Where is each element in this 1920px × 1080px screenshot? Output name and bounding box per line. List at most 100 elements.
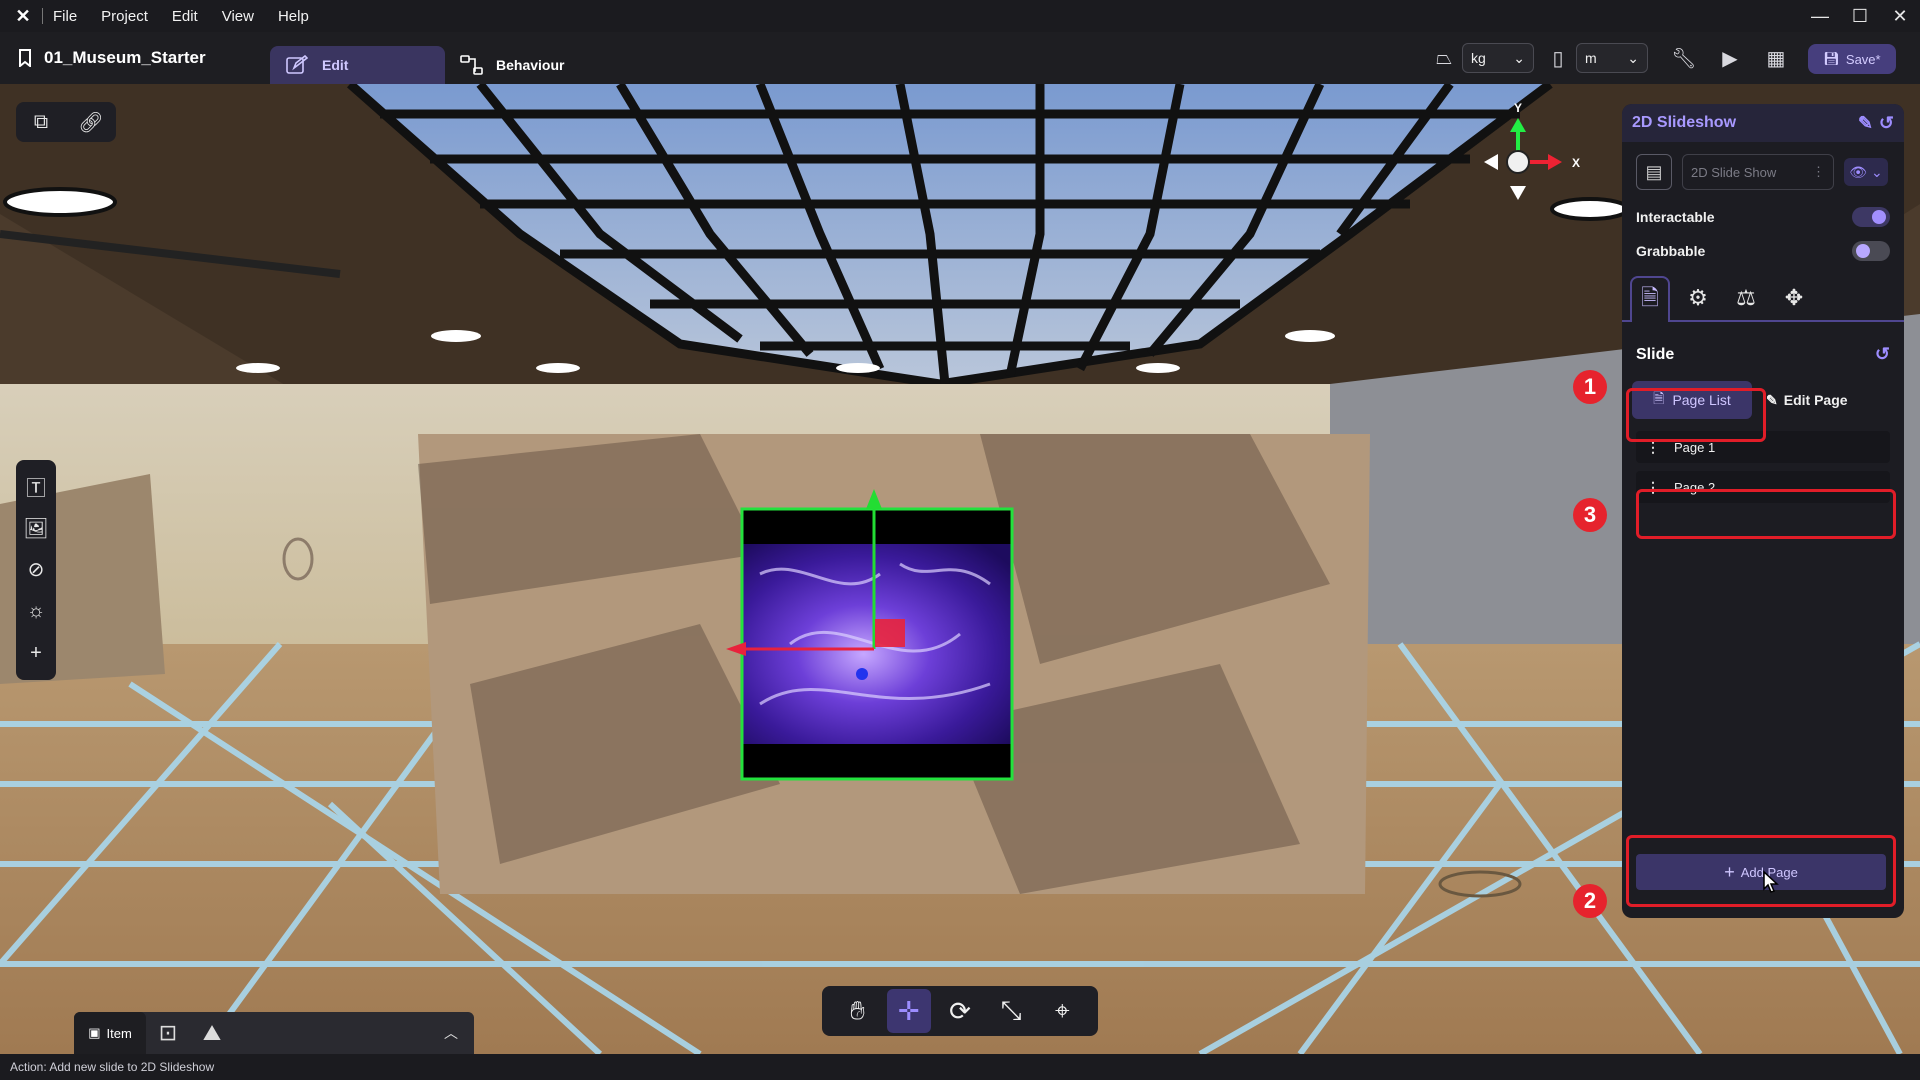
physics-icon: ⚖︎ <box>1736 285 1756 310</box>
scale-icon[interactable]: ⤡ <box>989 989 1033 1033</box>
visibility-toggle[interactable]: 👁︎ ⌄ <box>1844 158 1888 186</box>
tab-edit[interactable]: Edit <box>270 46 445 84</box>
menu-divider <box>42 8 43 24</box>
tab-settings[interactable]: ⚙︎ <box>1678 276 1718 320</box>
interactable-toggle[interactable] <box>1852 207 1890 227</box>
insert-tools: 🅃︎ 🖼︎ ⊘ ☼ + <box>16 460 56 680</box>
wrench-icon[interactable]: 🔧︎ <box>1670 44 1698 72</box>
rotate-icon[interactable]: ⟳ <box>938 989 982 1033</box>
link-icon[interactable]: 🔗︎ <box>77 108 105 136</box>
play-icon[interactable]: ▶ <box>1716 44 1744 72</box>
transform-icon[interactable]: ⌖ <box>1040 989 1084 1033</box>
highlight-add-page <box>1626 835 1896 907</box>
pencil-icon[interactable]: ✎ <box>1858 113 1873 134</box>
project-name: 01_Museum_Starter <box>44 48 206 67</box>
project-title-area: 01_Museum_Starter <box>18 32 206 84</box>
bookmark-icon <box>19 49 31 67</box>
maximize-icon[interactable]: ☐ <box>1840 0 1880 32</box>
menu-help[interactable]: Help <box>278 8 309 25</box>
object-name-row: ▤ 2D Slide Show ⋮ 👁︎ ⌄ <box>1622 142 1904 190</box>
save-icon: 💾︎ <box>1823 51 1840 66</box>
tab-content[interactable]: 🗎︎ <box>1630 276 1670 322</box>
callout-badge: 2 <box>1573 884 1607 918</box>
move-icon[interactable]: ✛ <box>886 989 931 1033</box>
text-icon[interactable]: 🅃︎ <box>22 473 50 501</box>
slash-icon[interactable]: ⊘ <box>22 556 50 584</box>
add-icon[interactable]: + <box>22 639 50 667</box>
app-logo: ✕ <box>15 5 31 26</box>
light-icon[interactable]: ☼ <box>22 598 50 626</box>
grabbable-row: Grabbable <box>1622 234 1904 268</box>
property-tabs: 🗎︎ ⚙︎ ⚖︎ ✥ <box>1622 274 1904 322</box>
document-icon: 🗎︎ <box>1641 285 1659 310</box>
environment-icon[interactable]: ⛰︎ <box>190 1012 234 1054</box>
object-name-value: 2D Slide Show <box>1691 164 1777 180</box>
slide-section-header: Slide ↺ <box>1622 322 1904 365</box>
chevron-down-icon: ⌄ <box>1627 49 1639 66</box>
edit-page-button[interactable]: ✎ Edit Page <box>1766 381 1848 419</box>
tab-behaviour-label: Behaviour <box>496 57 565 73</box>
status-bar: Action: Add new slide to 2D Slideshow <box>0 1054 1920 1080</box>
tab-edit-label: Edit <box>322 57 349 73</box>
edit-page-label: Edit Page <box>1783 392 1848 408</box>
interactable-row: Interactable <box>1622 200 1904 234</box>
callout-badge: 3 <box>1573 498 1607 532</box>
menu-project[interactable]: Project <box>101 8 148 25</box>
tab-physics[interactable]: ⚖︎ <box>1726 276 1766 320</box>
gizmo-x-label: X <box>1572 156 1580 170</box>
interactable-label: Interactable <box>1636 209 1715 225</box>
pencil-icon: ✎ <box>1766 391 1778 408</box>
save-label: Save* <box>1845 51 1881 67</box>
object-name-field[interactable]: 2D Slide Show ⋮ <box>1682 154 1834 190</box>
chevron-up-icon[interactable]: ︿ <box>444 1023 458 1043</box>
menu-view[interactable]: View <box>222 8 254 25</box>
grabbable-label: Grabbable <box>1636 243 1706 259</box>
transform-toolbar: ✋︎ ✛ ⟳ ⤡ ⌖ <box>822 986 1098 1036</box>
item-tab[interactable]: ▣ Item <box>74 1012 146 1054</box>
callout-badge: 1 <box>1573 370 1607 404</box>
calendar-save-icon[interactable]: ▦ <box>1762 44 1790 72</box>
item-box-icon: ▣ <box>88 1025 101 1040</box>
save-button[interactable]: 💾︎ Save* <box>1808 44 1896 74</box>
layers-icon[interactable]: ⧉ <box>27 108 55 136</box>
image-icon[interactable]: 🖼︎ <box>22 514 50 542</box>
weight-icon: ⏢ <box>1436 46 1452 69</box>
gizmo-y-label: Y <box>1514 101 1522 115</box>
length-unit-select[interactable]: m ⌄ <box>1576 43 1648 73</box>
minimize-icon[interactable]: — <box>1800 0 1840 32</box>
toolbar: 01_Museum_Starter Edit Behaviour ⏢ kg ⌄ … <box>0 32 1920 84</box>
menu-bar: ✕ File Project Edit View Help — ☐ ✕ <box>0 0 1920 32</box>
mass-unit-value: kg <box>1471 50 1486 66</box>
highlight-page-2 <box>1636 489 1896 539</box>
units-group: ⏢ kg ⌄ ▯ m ⌄ 🔧︎ ▶ ▦ <box>1430 32 1790 84</box>
close-icon[interactable]: ✕ <box>1880 0 1920 32</box>
viewport-top-tools: ⧉ 🔗︎ <box>16 102 116 142</box>
ruler-icon: ▯ <box>1552 47 1564 70</box>
grabbable-toggle[interactable] <box>1852 241 1890 261</box>
reset-icon[interactable]: ↺ <box>1875 344 1890 365</box>
item-dock: ▣ Item ⊡ ⛰︎ ︿ <box>74 1012 474 1054</box>
tab-transform[interactable]: ✥ <box>1774 276 1814 320</box>
more-vertical-icon[interactable]: ⋮ <box>1812 164 1825 180</box>
tab-behaviour[interactable]: Behaviour <box>460 46 620 84</box>
mouse-cursor-icon <box>1763 870 1779 893</box>
edit-icon <box>286 55 308 74</box>
camera-icon[interactable]: ⊡ <box>146 1012 190 1054</box>
reset-icon[interactable]: ↺ <box>1879 113 1894 134</box>
orientation-gizmo[interactable]: Y X <box>1470 96 1590 206</box>
length-unit-value: m <box>1585 50 1597 66</box>
move-arrows-icon: ✥ <box>1784 285 1804 310</box>
item-tab-label: Item <box>106 1025 132 1041</box>
hand-icon[interactable]: ✋︎ <box>836 989 880 1033</box>
slide-section-title: Slide <box>1636 345 1675 363</box>
panel-title: 2D Slideshow <box>1632 114 1737 131</box>
eye-icon: 👁︎ ⌄ <box>1849 163 1883 180</box>
panel-header: 2D Slideshow ✎ ↺ <box>1622 104 1904 142</box>
menu-edit[interactable]: Edit <box>172 8 198 25</box>
highlight-page-list <box>1626 388 1766 442</box>
menu-file[interactable]: File <box>53 8 77 25</box>
mass-unit-select[interactable]: kg ⌄ <box>1462 43 1534 73</box>
slideshow-icon: ▤ <box>1636 154 1672 190</box>
behaviour-icon <box>460 55 483 75</box>
chevron-down-icon: ⌄ <box>1513 49 1525 66</box>
